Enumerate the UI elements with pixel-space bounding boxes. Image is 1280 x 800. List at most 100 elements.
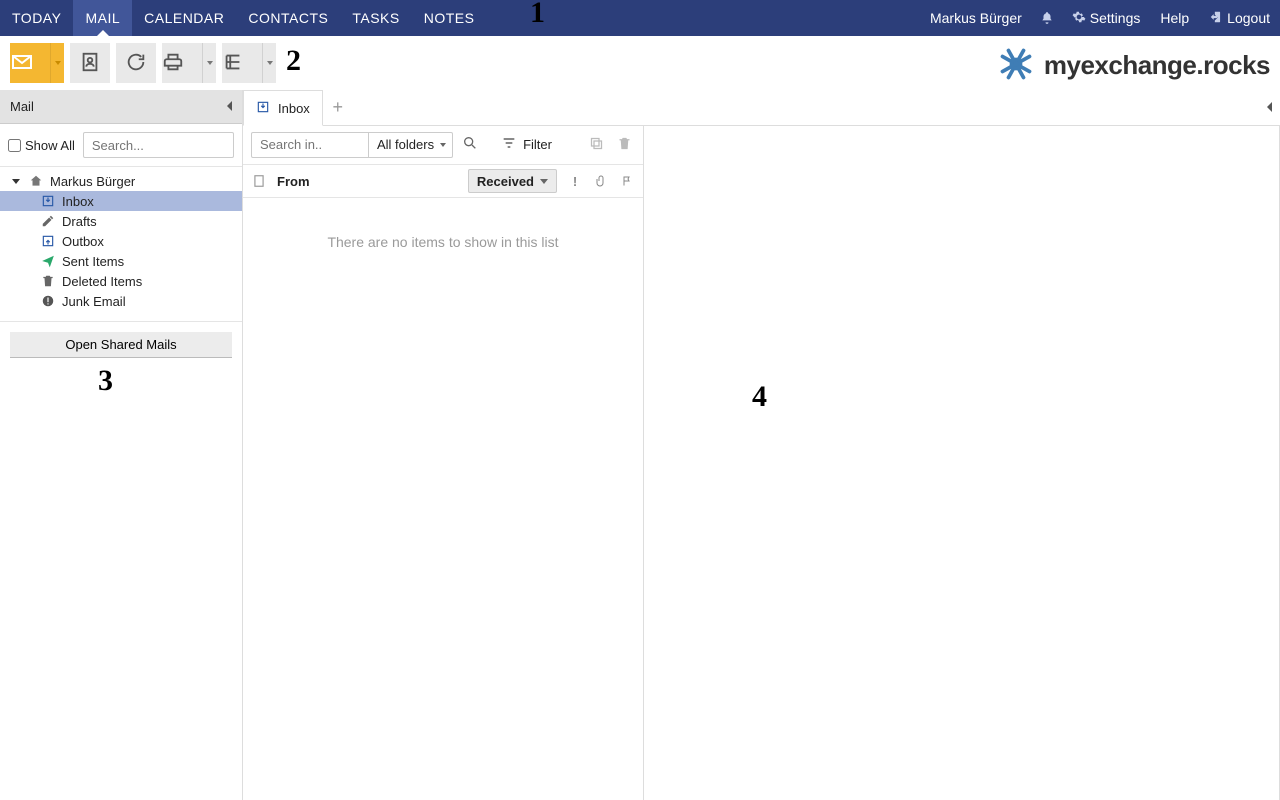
layout-button[interactable] bbox=[222, 43, 276, 83]
refresh-button[interactable] bbox=[116, 43, 156, 83]
brand-logo-icon bbox=[998, 46, 1034, 85]
filter-label: Filter bbox=[523, 137, 552, 152]
flag-icon[interactable] bbox=[619, 174, 635, 188]
search-icon bbox=[462, 135, 478, 154]
layout-icon bbox=[222, 51, 262, 76]
folder-scope-dropdown[interactable]: All folders bbox=[369, 132, 453, 158]
chevron-left-icon bbox=[1266, 102, 1274, 112]
folder-deleted[interactable]: Deleted Items bbox=[0, 271, 242, 291]
tab-label: Inbox bbox=[278, 101, 310, 116]
chevron-down-icon bbox=[12, 179, 20, 184]
sidebar: Mail Show All Markus Bürger bbox=[0, 90, 243, 800]
panes: All folders Filter bbox=[243, 126, 1280, 800]
annotation-3: 3 bbox=[98, 364, 113, 398]
logout-icon bbox=[1209, 10, 1223, 27]
folder-outbox[interactable]: Outbox bbox=[0, 231, 242, 251]
sidebar-search-input[interactable] bbox=[83, 132, 234, 158]
list-header: From Received ! bbox=[243, 164, 643, 198]
print-button[interactable] bbox=[162, 43, 216, 83]
nav-notes[interactable]: NOTES bbox=[412, 0, 487, 36]
plus-icon: + bbox=[333, 97, 344, 118]
inbox-icon bbox=[256, 100, 272, 116]
nav-today[interactable]: TODAY bbox=[0, 0, 73, 36]
inbox-icon bbox=[40, 193, 56, 209]
copy-icon bbox=[589, 136, 604, 154]
pencil-icon bbox=[40, 213, 56, 229]
copy-button[interactable] bbox=[585, 134, 607, 156]
message-list-pane: All folders Filter bbox=[243, 126, 644, 800]
sidebar-collapse-button[interactable] bbox=[226, 99, 234, 114]
folder-sent[interactable]: Sent Items bbox=[0, 251, 242, 271]
account-name: Markus Bürger bbox=[50, 174, 135, 189]
show-all-label: Show All bbox=[25, 138, 75, 153]
account-row[interactable]: Markus Bürger bbox=[0, 171, 242, 191]
shared-mails-section: Open Shared Mails 3 bbox=[0, 322, 242, 368]
print-dropdown[interactable] bbox=[202, 43, 216, 83]
junk-icon bbox=[40, 293, 56, 309]
printer-icon bbox=[162, 51, 202, 76]
annotation-4: 4 bbox=[752, 380, 767, 414]
expand-preview-button[interactable] bbox=[1266, 100, 1274, 115]
open-shared-mails-button[interactable]: Open Shared Mails bbox=[10, 332, 232, 358]
folder-inbox[interactable]: Inbox bbox=[0, 191, 242, 211]
preview-pane: 4 bbox=[644, 126, 1280, 800]
filter-button[interactable]: Filter bbox=[501, 135, 552, 154]
top-nav: TODAY MAIL CALENDAR CONTACTS TASKS NOTES… bbox=[0, 0, 1280, 36]
nav-contacts[interactable]: CONTACTS bbox=[236, 0, 340, 36]
layout-dropdown[interactable] bbox=[262, 43, 276, 83]
nav-mail[interactable]: MAIL bbox=[73, 0, 132, 36]
show-all-checkbox[interactable] bbox=[8, 139, 21, 152]
brand: myexchange.rocks bbox=[998, 46, 1270, 85]
top-nav-right: Markus Bürger Settings Help Logout bbox=[920, 0, 1280, 36]
brand-text: myexchange.rocks bbox=[1044, 50, 1270, 81]
show-all-toggle[interactable]: Show All bbox=[8, 138, 75, 153]
chevron-down-icon bbox=[540, 179, 548, 184]
home-icon bbox=[28, 173, 44, 189]
delete-button[interactable] bbox=[613, 134, 635, 156]
bell-icon[interactable] bbox=[1032, 11, 1062, 25]
tab-inbox[interactable]: Inbox bbox=[243, 90, 323, 126]
search-in-input[interactable] bbox=[251, 132, 369, 158]
search-button[interactable] bbox=[459, 134, 481, 156]
envelope-icon bbox=[10, 50, 50, 77]
nav-tasks[interactable]: TASKS bbox=[340, 0, 411, 36]
attachment-icon[interactable] bbox=[593, 174, 609, 188]
nav-logout[interactable]: Logout bbox=[1199, 10, 1280, 27]
read-status-icon[interactable] bbox=[251, 174, 267, 188]
compose-button[interactable] bbox=[10, 43, 64, 83]
list-toolbar: All folders Filter bbox=[243, 126, 643, 164]
address-book-icon bbox=[79, 51, 101, 76]
folder-label: Outbox bbox=[62, 234, 104, 249]
add-tab-button[interactable]: + bbox=[323, 89, 353, 125]
address-book-button[interactable] bbox=[70, 43, 110, 83]
folder-junk[interactable]: Junk Email bbox=[0, 291, 242, 311]
top-nav-left: TODAY MAIL CALENDAR CONTACTS TASKS NOTES bbox=[0, 0, 486, 36]
folder-tree: Markus Bürger Inbox Drafts Outbox bbox=[0, 167, 242, 322]
compose-dropdown[interactable] bbox=[50, 43, 64, 83]
refresh-icon bbox=[125, 51, 147, 76]
sort-button[interactable]: Received bbox=[468, 169, 557, 193]
trash-icon bbox=[40, 273, 56, 289]
folder-label: Inbox bbox=[62, 194, 94, 209]
nav-help[interactable]: Help bbox=[1150, 10, 1199, 26]
nav-user[interactable]: Markus Bürger bbox=[920, 10, 1032, 26]
folder-label: Deleted Items bbox=[62, 274, 142, 289]
trash-icon bbox=[617, 136, 632, 154]
outbox-icon bbox=[40, 233, 56, 249]
gear-icon bbox=[1072, 10, 1086, 27]
nav-settings[interactable]: Settings bbox=[1062, 10, 1151, 27]
folder-scope-label: All folders bbox=[377, 137, 434, 152]
sort-label: Received bbox=[477, 174, 534, 189]
importance-icon[interactable]: ! bbox=[567, 174, 583, 189]
folder-label: Drafts bbox=[62, 214, 97, 229]
folder-drafts[interactable]: Drafts bbox=[0, 211, 242, 231]
folder-label: Junk Email bbox=[62, 294, 126, 309]
empty-list-message: There are no items to show in this list bbox=[243, 198, 643, 286]
sidebar-title: Mail bbox=[10, 99, 34, 114]
sidebar-controls: Show All bbox=[0, 124, 242, 167]
content: Inbox + All folders bbox=[243, 90, 1280, 800]
tab-bar: Inbox + bbox=[243, 90, 1280, 126]
nav-logout-label: Logout bbox=[1227, 10, 1270, 26]
column-from[interactable]: From bbox=[277, 174, 310, 189]
nav-calendar[interactable]: CALENDAR bbox=[132, 0, 236, 36]
